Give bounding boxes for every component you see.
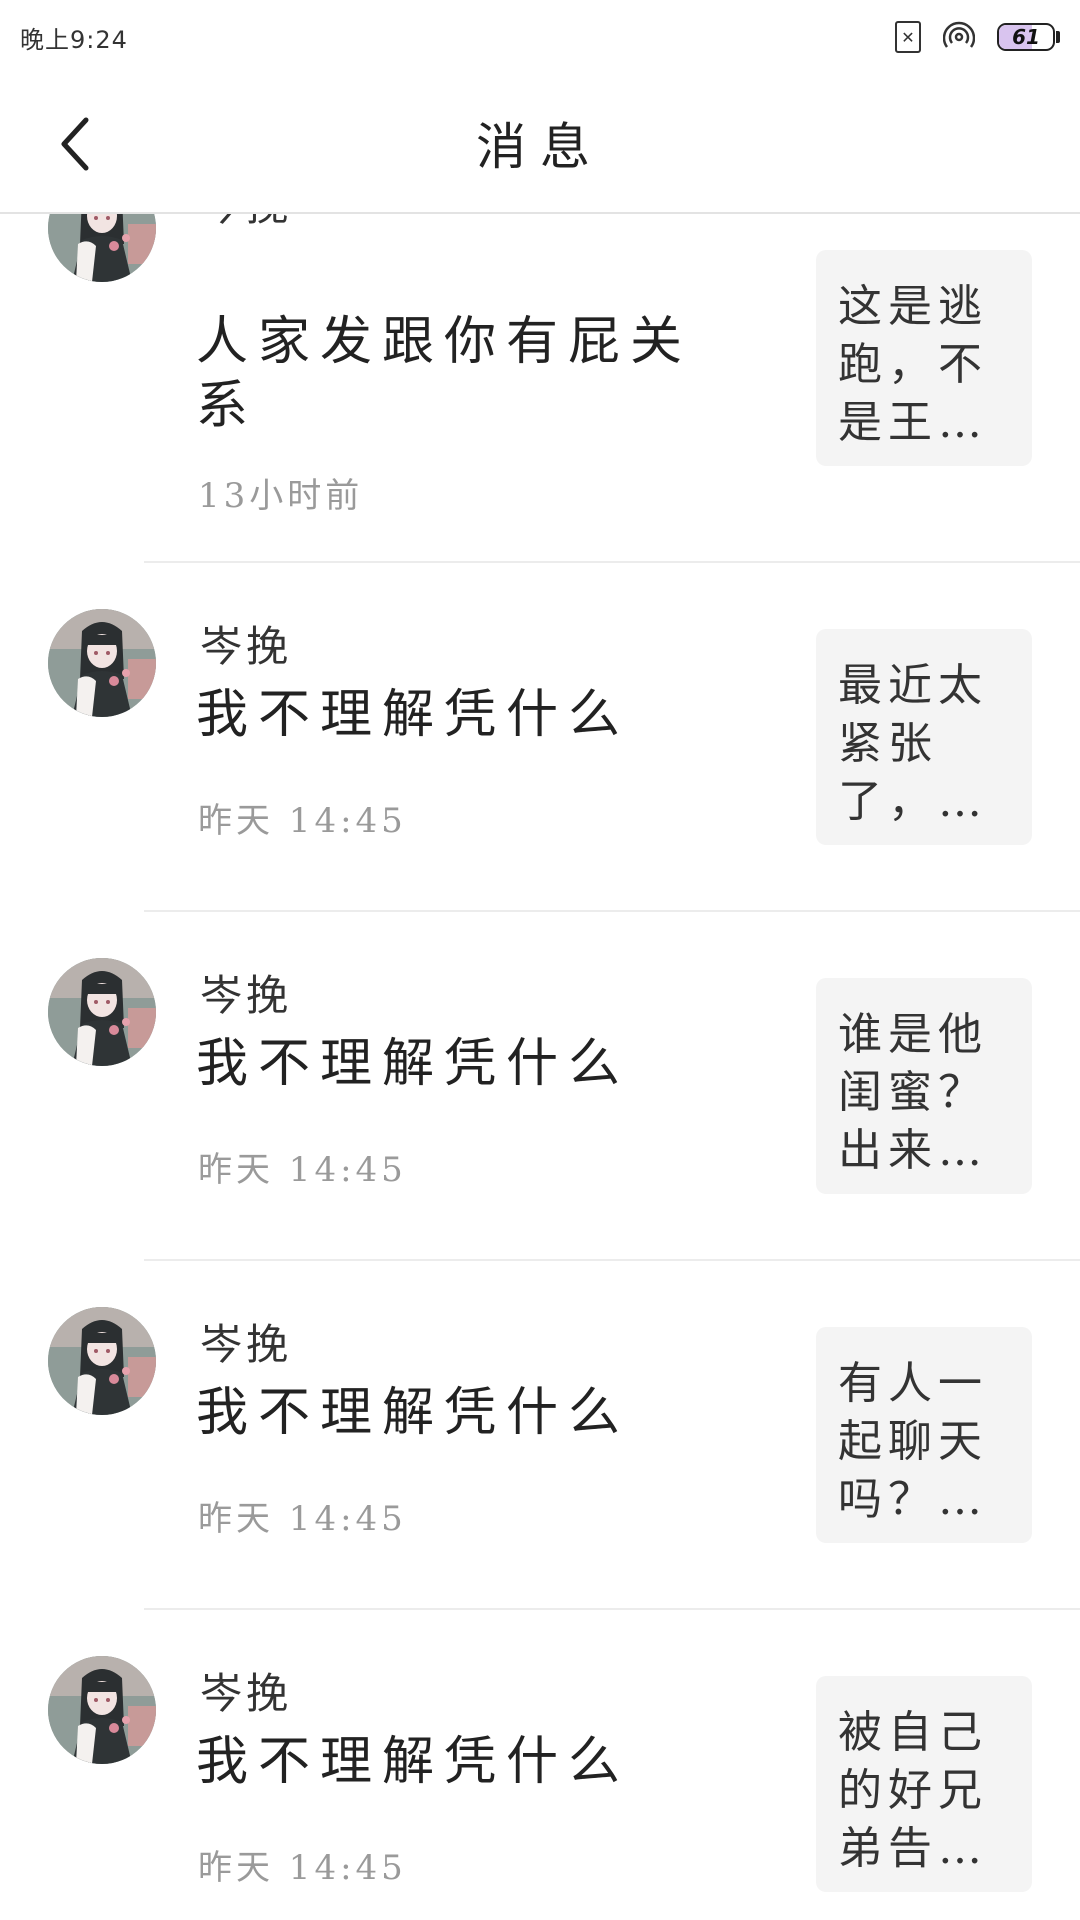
message-content: 我不理解凭什么 xyxy=(196,1732,631,1792)
status-bar: 晚上9:24 ✕ 61 xyxy=(0,0,1080,74)
avatar[interactable] xyxy=(48,214,156,282)
quoted-post[interactable]: 有人一起聊天吗？… xyxy=(816,1327,1032,1543)
back-button[interactable] xyxy=(44,114,104,174)
sender-name: 岑挽 xyxy=(200,1320,293,1369)
message-time: 昨天 14:45 xyxy=(198,1150,407,1190)
chevron-left-icon xyxy=(61,117,89,171)
battery-level: 61 xyxy=(1012,25,1040,49)
message-item[interactable]: 岑挽 我不理解凭什么 昨天 14:45 有人一起聊天吗？… xyxy=(0,1261,1080,1610)
avatar[interactable] xyxy=(48,1656,156,1764)
message-time: 昨天 14:45 xyxy=(198,801,407,841)
top-bar: 消息 xyxy=(0,74,1080,214)
quoted-post[interactable]: 最近太紧张了，… xyxy=(816,629,1032,845)
sender-name: 岑挽 xyxy=(200,1669,293,1718)
message-time: 13小时前 xyxy=(198,476,364,516)
sender-name: 岑挽 xyxy=(200,971,293,1020)
message-time: 昨天 14:45 xyxy=(198,1499,407,1539)
message-list[interactable]: 岑挽 人家发跟你有屁关系 13小时前 这是逃跑，不是王… 岑挽 我不理解凭什么 … xyxy=(0,214,1080,1920)
avatar[interactable] xyxy=(48,1307,156,1415)
message-content: 我不理解凭什么 xyxy=(196,685,631,745)
quoted-post[interactable]: 谁是他闺蜜？出来… xyxy=(816,978,1032,1194)
avatar[interactable] xyxy=(48,609,156,717)
message-item[interactable]: 岑挽 我不理解凭什么 昨天 14:45 最近太紧张了，… xyxy=(0,563,1080,912)
quoted-post[interactable]: 被自己的好兄弟告… xyxy=(816,1676,1032,1892)
message-content: 人家发跟你有屁关系 xyxy=(196,312,693,436)
message-content: 我不理解凭什么 xyxy=(196,1034,631,1094)
message-time: 昨天 14:45 xyxy=(198,1848,407,1888)
message-content: 我不理解凭什么 xyxy=(196,1383,631,1443)
no-sim-icon: ✕ xyxy=(895,21,921,53)
message-item[interactable]: 岑挽 我不理解凭什么 昨天 14:45 谁是他闺蜜？出来… xyxy=(0,912,1080,1261)
status-time: 晚上9:24 xyxy=(20,25,128,54)
page-title: 消息 xyxy=(476,118,604,176)
quoted-post[interactable]: 这是逃跑，不是王… xyxy=(816,250,1032,466)
sender-name: 岑挽 xyxy=(200,622,293,671)
hotspot-icon xyxy=(943,21,975,48)
battery-indicator: 61 xyxy=(997,23,1060,51)
sender-name: 岑挽 xyxy=(200,214,292,233)
avatar[interactable] xyxy=(48,958,156,1066)
status-icons: ✕ 61 xyxy=(895,21,1060,53)
message-item[interactable]: 岑挽 人家发跟你有屁关系 13小时前 这是逃跑，不是王… xyxy=(0,214,1080,563)
message-item[interactable]: 岑挽 我不理解凭什么 昨天 14:45 被自己的好兄弟告… xyxy=(0,1610,1080,1920)
